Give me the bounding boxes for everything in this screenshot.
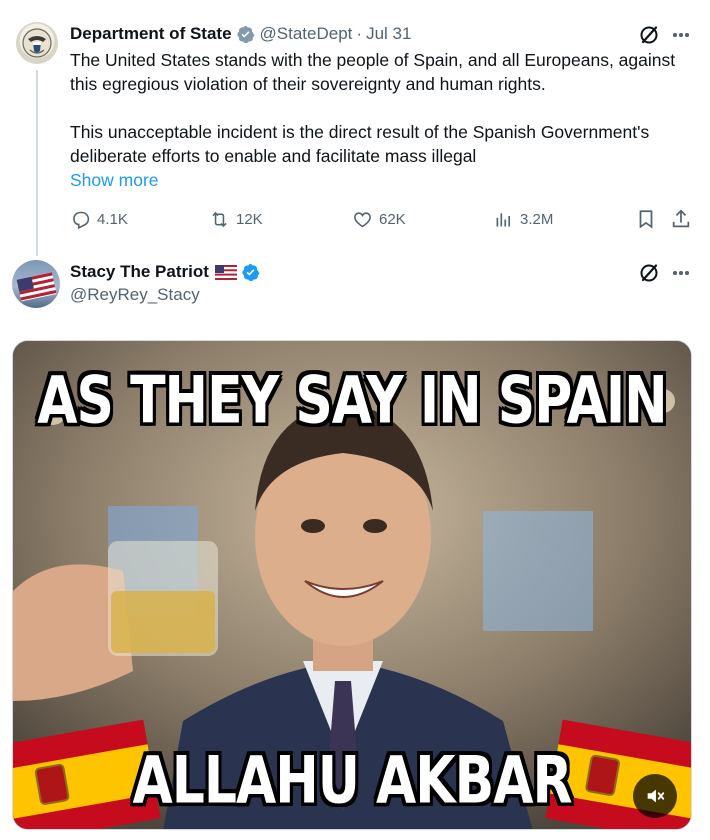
more-icon[interactable] bbox=[670, 262, 692, 284]
us-flag-icon bbox=[214, 264, 237, 280]
tweet2-header: Stacy The Patriot bbox=[70, 260, 260, 284]
verified-badge-icon[interactable] bbox=[241, 263, 260, 282]
tweet1-author-name[interactable]: Department of State bbox=[70, 24, 232, 44]
tweet2-media-video[interactable]: AS THEY SAY IN SPAIN ALLAHU AKBAR bbox=[12, 340, 692, 830]
repost-count: 12K bbox=[236, 210, 263, 228]
tweet1-date[interactable]: Jul 31 bbox=[366, 24, 411, 44]
avatar-department-of-state[interactable] bbox=[16, 22, 58, 64]
more-icon[interactable] bbox=[670, 24, 692, 46]
tweet2-handle[interactable]: @ReyRey_Stacy bbox=[70, 285, 200, 305]
tweet1-header: Department of State @StateDept · Jul 31 bbox=[70, 22, 411, 46]
seal-icon bbox=[22, 28, 52, 58]
share-icon[interactable] bbox=[670, 208, 692, 230]
reply-count: 4.1K bbox=[97, 210, 128, 228]
speaker-muted-icon bbox=[647, 789, 665, 803]
show-more-link[interactable]: Show more bbox=[70, 170, 159, 191]
repost-button[interactable]: 12K bbox=[209, 208, 263, 230]
tweet2-author-name[interactable]: Stacy The Patriot bbox=[70, 262, 209, 282]
reply-button[interactable]: 4.1K bbox=[70, 208, 128, 230]
grok-icon[interactable] bbox=[638, 262, 660, 284]
like-count: 62K bbox=[379, 210, 406, 228]
tweet1-paragraph-1: The United States stands with the people… bbox=[70, 50, 676, 94]
grok-icon[interactable] bbox=[638, 24, 660, 46]
like-button[interactable]: 62K bbox=[352, 208, 406, 230]
views-icon bbox=[496, 212, 511, 226]
bookmark-icon[interactable] bbox=[635, 208, 657, 230]
tweet1-text: The United States stands with the people… bbox=[70, 48, 696, 168]
tweet1-paragraph-2: This unacceptable incident is the direct… bbox=[70, 122, 650, 166]
verified-badge-icon[interactable] bbox=[236, 25, 255, 44]
unmute-button[interactable] bbox=[633, 774, 677, 818]
thread-line bbox=[36, 70, 38, 256]
repost-icon bbox=[212, 211, 227, 227]
avatar-stacy-the-patriot[interactable] bbox=[12, 260, 60, 308]
us-flag-avatar-icon bbox=[16, 272, 57, 302]
meme-caption-bottom: ALLAHU AKBAR bbox=[132, 743, 572, 819]
reply-icon bbox=[73, 211, 90, 229]
tweet1-handle[interactable]: @StateDept bbox=[260, 24, 353, 44]
views-count: 3.2M bbox=[520, 210, 554, 228]
views-button[interactable]: 3.2M bbox=[493, 208, 553, 230]
like-icon bbox=[354, 211, 371, 227]
meme-caption-top: AS THEY SAY IN SPAIN bbox=[37, 363, 667, 439]
separator-dot: · bbox=[356, 24, 363, 43]
